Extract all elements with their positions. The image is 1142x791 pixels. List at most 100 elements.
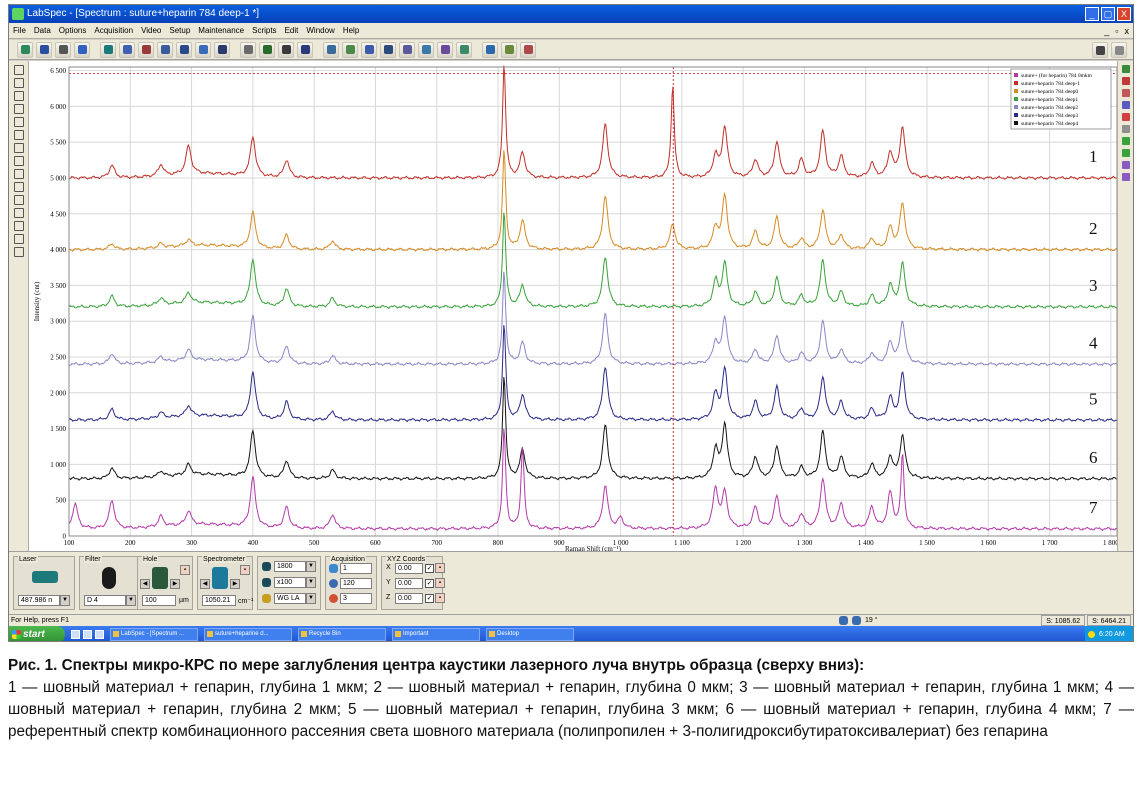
spectra-tool-icon[interactable] xyxy=(13,234,24,244)
grid-button[interactable] xyxy=(157,41,173,58)
time-input[interactable]: 120 xyxy=(340,578,372,589)
curve-green2-icon[interactable] xyxy=(1121,149,1130,157)
menu-file[interactable]: File xyxy=(13,23,26,38)
curve-purple2-icon[interactable] xyxy=(1121,173,1130,181)
x-coord-input[interactable]: 0.00 xyxy=(395,563,423,574)
open-spectrum-button[interactable] xyxy=(17,41,33,58)
acquire-button[interactable] xyxy=(100,41,116,58)
cursor-left-tool-icon[interactable] xyxy=(13,143,24,153)
z-lock-checkbox[interactable]: ✓ xyxy=(425,594,434,603)
map-button[interactable] xyxy=(138,41,154,58)
task-suture-heparine[interactable]: suture+heparine d... xyxy=(204,628,292,641)
zoom-button[interactable] xyxy=(240,41,256,58)
menu-data[interactable]: Data xyxy=(34,23,51,38)
close-button[interactable]: X xyxy=(1117,7,1131,21)
zoom-tool-icon[interactable] xyxy=(13,104,24,114)
smooth-button[interactable] xyxy=(380,41,396,58)
compare-button[interactable] xyxy=(456,41,472,58)
spectrometer-increase-button[interactable]: ▶ xyxy=(230,579,240,589)
cursor-button[interactable] xyxy=(259,41,275,58)
task-desktop[interactable]: Desktop xyxy=(486,628,574,641)
task-recycle-bin[interactable]: Recycle Bin xyxy=(298,628,386,641)
rotation-icon[interactable] xyxy=(839,616,848,625)
spectrometer-reset-button[interactable]: ▪ xyxy=(240,565,250,575)
color-icon[interactable] xyxy=(1121,77,1130,85)
curve-purple-icon[interactable] xyxy=(1121,161,1130,169)
menu-edit[interactable]: Edit xyxy=(285,23,299,38)
mdi-restore-button[interactable]: ▫ xyxy=(1115,23,1118,39)
image-button[interactable] xyxy=(119,41,135,58)
menu-window[interactable]: Window xyxy=(306,23,334,38)
menu-setup[interactable]: Setup xyxy=(169,23,190,38)
curve-green-icon[interactable] xyxy=(1121,137,1130,145)
baseline-button[interactable] xyxy=(361,41,377,58)
settings-button[interactable] xyxy=(1111,42,1127,58)
mdi-minimize-button[interactable]: _ xyxy=(1104,23,1109,39)
fit-tool-icon[interactable] xyxy=(13,221,24,231)
basket-button[interactable] xyxy=(1092,42,1108,58)
area-tool-icon[interactable] xyxy=(13,208,24,218)
spectrometer-input[interactable]: 1050.21 xyxy=(202,595,236,606)
filter-dropdown[interactable]: ▼ xyxy=(126,595,136,606)
accumulation-input[interactable]: 1 xyxy=(340,563,372,574)
repeat-input[interactable]: 3 xyxy=(340,593,372,604)
spectrum-chart[interactable]: 100 200 300 400 500 600 700 800 900 1 000 1 100 1 2… xyxy=(29,61,1119,553)
move-tool-icon[interactable] xyxy=(13,130,24,140)
laser-select[interactable]: 487.986 n xyxy=(18,595,60,606)
user-button[interactable] xyxy=(297,41,313,58)
label-tool-icon[interactable] xyxy=(13,182,24,192)
quick-launch-icon[interactable] xyxy=(83,630,92,639)
objective-dropdown[interactable]: ▼ xyxy=(306,577,316,588)
mdi-close-button[interactable]: x xyxy=(1125,23,1130,39)
scale-button[interactable] xyxy=(482,41,498,58)
menu-scripts[interactable]: Scripts xyxy=(252,23,276,38)
filter-select[interactable]: D 4 xyxy=(84,595,126,606)
layer-icon[interactable] xyxy=(1121,65,1130,73)
mode-dropdown[interactable]: ▼ xyxy=(306,593,316,604)
menu-maintenance[interactable]: Maintenance xyxy=(198,23,244,38)
menu-help[interactable]: Help xyxy=(343,23,359,38)
grating-select[interactable]: 1800 xyxy=(274,561,306,572)
maximize-button[interactable]: ▢ xyxy=(1101,7,1115,21)
pointer-tool-icon[interactable] xyxy=(13,65,24,75)
angle-icon[interactable] xyxy=(852,616,861,625)
matrix-button[interactable] xyxy=(176,41,192,58)
peak-tool-icon[interactable] xyxy=(13,169,24,179)
detector-button[interactable] xyxy=(195,41,211,58)
objective-select[interactable]: x100 xyxy=(274,577,306,588)
task-important[interactable]: Important xyxy=(392,628,480,641)
save-button[interactable] xyxy=(36,41,52,58)
x-lock-checkbox[interactable]: ✓ xyxy=(425,564,434,573)
cursor-red-icon[interactable] xyxy=(1121,89,1130,97)
start-button[interactable]: start xyxy=(9,626,65,641)
baseline-tool-icon[interactable] xyxy=(13,195,24,205)
quick-launch-icon[interactable] xyxy=(71,630,80,639)
marker-gray-icon[interactable] xyxy=(1121,125,1130,133)
marker-tool-icon[interactable] xyxy=(13,117,24,127)
network-button[interactable] xyxy=(278,41,294,58)
marker-red-icon[interactable] xyxy=(1121,113,1130,121)
video-button[interactable] xyxy=(214,41,230,58)
cursor-right-tool-icon[interactable] xyxy=(13,156,24,166)
help-button[interactable] xyxy=(74,41,90,58)
peak-fit-button[interactable] xyxy=(342,41,358,58)
library-button[interactable] xyxy=(520,41,536,58)
grating-dropdown[interactable]: ▼ xyxy=(306,561,316,572)
rectangle-tool-icon[interactable] xyxy=(13,78,24,88)
peak-search-button[interactable] xyxy=(323,41,339,58)
spectrum-plot[interactable]: 100 200 300 400 500 600 700 800 900 1 000 1 100 1 2… xyxy=(29,61,1119,553)
y-lock-checkbox[interactable]: ✓ xyxy=(425,579,434,588)
menu-acquisition[interactable]: Acquisition xyxy=(94,23,133,38)
task-labspec[interactable]: LabSpec - [Spectrum ... xyxy=(110,628,198,641)
minimize-button[interactable]: _ xyxy=(1085,7,1099,21)
print-button[interactable] xyxy=(55,41,71,58)
z-coord-input[interactable]: 0.00 xyxy=(395,593,423,604)
hole-input[interactable]: 100 xyxy=(142,595,176,606)
map-tool-icon[interactable] xyxy=(13,247,24,257)
normalize-button[interactable] xyxy=(437,41,453,58)
y-coord-input[interactable]: 0.00 xyxy=(395,578,423,589)
spectrometer-decrease-button[interactable]: ◀ xyxy=(200,579,210,589)
hole-decrease-button[interactable]: ◀ xyxy=(140,579,150,589)
menu-video[interactable]: Video xyxy=(141,23,161,38)
laser-dropdown[interactable]: ▼ xyxy=(60,595,70,606)
